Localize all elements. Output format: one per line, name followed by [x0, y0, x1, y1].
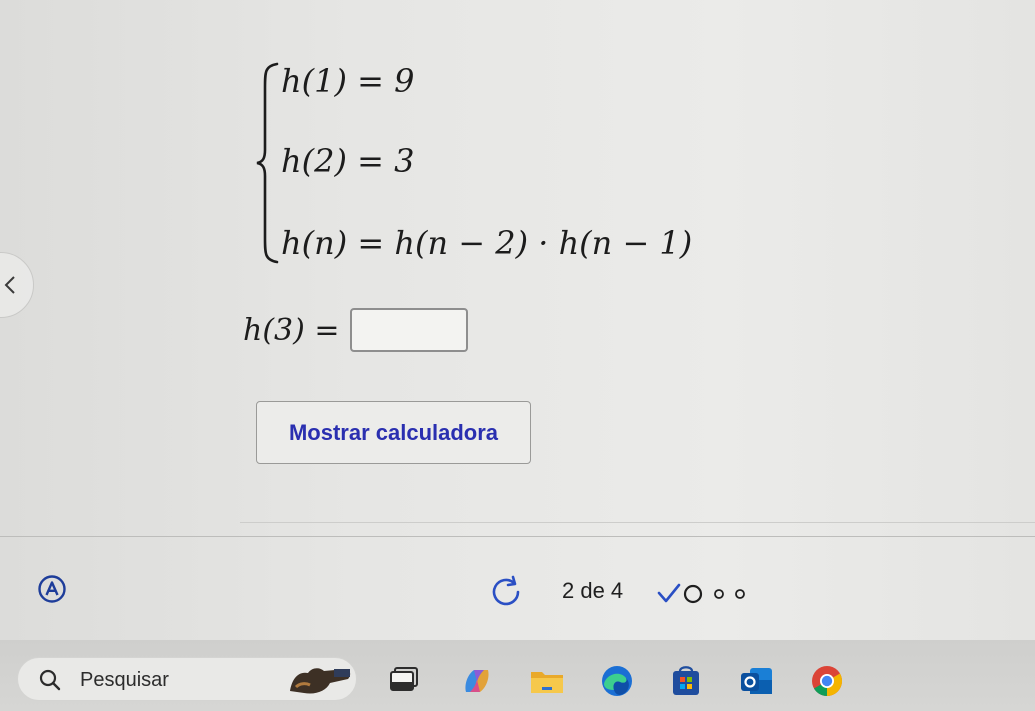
progress-indicator — [657, 583, 745, 604]
chrome-icon[interactable] — [808, 662, 846, 700]
checkmark-icon — [657, 583, 681, 603]
answer-row: h(3) = — [243, 305, 468, 355]
file-explorer-icon[interactable] — [528, 662, 566, 700]
search-label: Pesquisar — [80, 669, 169, 691]
refresh-icon[interactable] — [489, 574, 523, 608]
equation-recurrence: h(n) = h(n − 2) · h(n − 1) — [281, 224, 693, 262]
search-icon — [39, 669, 61, 691]
taskbar: Pesquisar — [0, 640, 1035, 711]
search-highlight-icon — [290, 668, 351, 694]
left-brace — [256, 62, 279, 264]
store-icon[interactable] — [667, 662, 705, 700]
show-calculator-button[interactable]: Mostrar calculadora — [256, 401, 531, 464]
question-dot — [735, 589, 745, 599]
equation-h2: h(2) = 3 — [281, 142, 415, 180]
edge-icon[interactable] — [598, 662, 636, 700]
outlook-icon[interactable] — [738, 662, 776, 700]
equation-h1: h(1) = 9 — [281, 62, 415, 100]
question-counter: 2 de 4 — [562, 578, 624, 603]
current-question-dot — [683, 584, 703, 604]
question-dot — [714, 589, 724, 599]
divider — [0, 536, 1035, 537]
task-view-icon[interactable] — [385, 662, 423, 700]
recurrence-system: h(1) = 9 h(2) = 3 h(n) = h(n − 2) · h(n … — [255, 58, 692, 268]
copilot-icon[interactable] — [458, 662, 496, 700]
divider — [240, 522, 1035, 523]
answer-label: h(3) = — [243, 312, 340, 348]
answer-input[interactable] — [349, 308, 468, 352]
accessibility-icon[interactable] — [37, 574, 67, 604]
previous-button[interactable] — [0, 252, 34, 318]
taskbar-search[interactable]: Pesquisar — [17, 657, 357, 701]
chevron-left-icon — [4, 276, 15, 294]
